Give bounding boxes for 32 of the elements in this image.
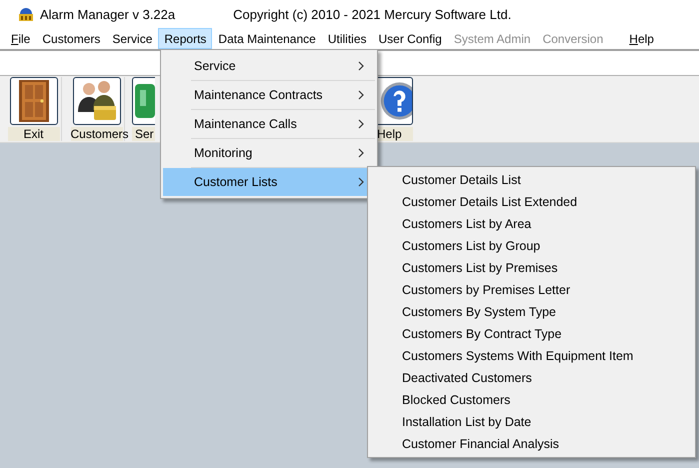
menu-item[interactable]: Deactivated Customers (370, 367, 693, 389)
menu-item[interactable]: Customers By System Type (370, 301, 693, 323)
chevron-right-icon (358, 90, 365, 100)
menu-item[interactable]: Customers List by Premises (370, 257, 693, 279)
menu-item[interactable]: Customers List by Area (370, 213, 693, 235)
menu-item[interactable]: Help (623, 28, 660, 49)
menu-item[interactable]: User Config (372, 28, 448, 49)
app-logo-icon (18, 6, 34, 22)
menu-item[interactable]: Customers (36, 28, 106, 49)
menu-item[interactable]: Installation List by Date (370, 411, 693, 433)
chevron-right-icon (358, 119, 365, 129)
menu-item[interactable]: Monitoring (163, 139, 375, 167)
menu-item[interactable]: Reports (158, 28, 212, 49)
menu-item[interactable]: Service (163, 52, 375, 80)
menu-item[interactable]: Customers by Premises Letter (370, 279, 693, 301)
menu-item[interactable]: Maintenance Contracts (163, 81, 375, 109)
menu-item[interactable]: File (5, 28, 36, 49)
menu-item[interactable]: Customers List by Group (370, 235, 693, 257)
copyright-text: Copyright (c) 2010 - 2021 Mercury Software Ltd. (233, 6, 512, 22)
menu-item[interactable]: Utilities (322, 28, 372, 49)
window-title: Alarm Manager v 3.22a (40, 6, 176, 22)
menu-item[interactable]: Maintenance Calls (163, 110, 375, 138)
menu-item[interactable]: Customers Systems With Equipment Item (370, 345, 693, 367)
figure-icon (135, 84, 155, 118)
menu-item[interactable]: Service (106, 28, 158, 49)
chevron-right-icon (358, 177, 365, 187)
menu-item[interactable]: Customers By Contract Type (370, 323, 693, 345)
menu-item[interactable]: Data Maintenance (212, 28, 322, 49)
menu-item[interactable]: Customer Financial Analysis (370, 433, 693, 455)
menu-item[interactable]: Blocked Customers (370, 389, 693, 411)
chevron-right-icon (358, 61, 365, 71)
chevron-right-icon (358, 148, 365, 158)
